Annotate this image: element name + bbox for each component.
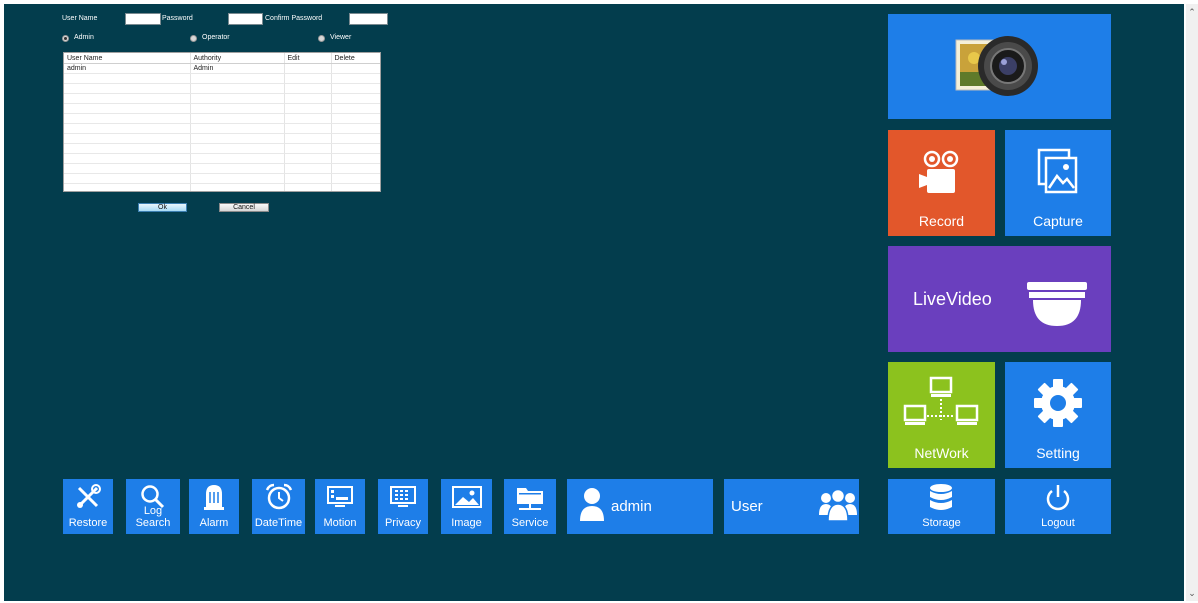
network-label: NetWork: [914, 445, 969, 461]
table-row: [64, 103, 380, 114]
network-icon: [903, 376, 979, 425]
video-camera-icon: [919, 150, 959, 193]
user-table: User Name Authority Edit Delete admin Ad…: [63, 52, 381, 192]
confirm-password-label: Confirm Password: [265, 15, 323, 22]
gallery-icon: [1037, 148, 1078, 194]
vertical-scrollbar[interactable]: ⌃ ⌄: [1186, 4, 1198, 601]
image-label: Image: [451, 517, 482, 529]
livevideo-tile[interactable]: LiveVideo: [888, 246, 1111, 352]
role-viewer-radio[interactable]: [318, 35, 325, 42]
tools-icon: [77, 484, 101, 508]
user-name-label: User Name: [62, 15, 98, 22]
privacy-label: Privacy: [384, 517, 422, 529]
table-cell[interactable]: [331, 63, 380, 74]
motion-button[interactable]: Motion: [315, 479, 365, 534]
record-label: Record: [918, 213, 965, 229]
table-row: [64, 83, 380, 94]
storage-label: Storage: [922, 517, 961, 529]
column-header[interactable]: Edit: [284, 53, 332, 64]
capture-tile[interactable]: Capture: [1005, 130, 1111, 236]
table-cell[interactable]: [284, 63, 332, 74]
cancel-button[interactable]: Cancel: [219, 203, 269, 212]
role-viewer-label: Viewer: [330, 34, 352, 41]
table-row: [64, 113, 380, 124]
storage-button[interactable]: Storage: [888, 479, 995, 534]
table-row: [64, 153, 380, 164]
table-row: [64, 143, 380, 154]
table-row: [64, 133, 380, 144]
capture-label: Capture: [1033, 213, 1083, 229]
table-row: [64, 93, 380, 104]
camera-tile[interactable]: [888, 14, 1111, 119]
user-management-tile[interactable]: User: [724, 479, 859, 534]
table-row: [64, 173, 380, 184]
user-name-input[interactable]: [125, 13, 161, 25]
logout-button[interactable]: Logout: [1005, 479, 1111, 534]
current-user-tile[interactable]: admin: [567, 479, 713, 534]
service-label: Service: [511, 517, 549, 529]
table-row: [64, 73, 380, 84]
table-cell: admin: [64, 63, 191, 74]
log-search-button[interactable]: Log Search: [126, 479, 180, 534]
service-button[interactable]: Service: [504, 479, 556, 534]
alarm-button[interactable]: Alarm: [189, 479, 239, 534]
livevideo-label: LiveVideo: [913, 289, 992, 309]
grid-monitor-icon: [390, 486, 416, 507]
role-admin-radio[interactable]: [62, 35, 69, 42]
record-tile[interactable]: Record: [888, 130, 995, 236]
image-button[interactable]: Image: [441, 479, 492, 534]
table-row: [64, 183, 380, 191]
logout-label: Logout: [1041, 517, 1075, 529]
table-cell: Admin: [190, 63, 285, 74]
role-admin-label: Admin: [74, 34, 94, 41]
column-header[interactable]: User Name: [64, 53, 191, 64]
user-tile-label: User: [731, 498, 763, 515]
setting-label: Setting: [1036, 445, 1080, 461]
scroll-down-icon[interactable]: ⌄: [1186, 587, 1198, 599]
table-header-row: User Name Authority Edit Delete: [64, 53, 380, 64]
current-user-name: admin: [611, 498, 652, 515]
alarm-clock-icon: [265, 483, 293, 510]
setting-tile[interactable]: Setting: [1005, 362, 1111, 468]
password-label: Password: [162, 15, 193, 22]
motion-label: Motion: [323, 517, 357, 529]
table-row: [64, 123, 380, 134]
app-window: User Name Password Confirm Password Admi…: [4, 4, 1184, 601]
restore-button[interactable]: Restore: [63, 479, 113, 534]
user-icon: [580, 488, 604, 521]
ok-button[interactable]: Ok: [138, 203, 187, 212]
datetime-button[interactable]: DateTime: [252, 479, 305, 534]
gear-icon: [1034, 379, 1082, 427]
role-operator-label: Operator: [202, 34, 230, 41]
folder-network-icon: [517, 488, 543, 510]
privacy-button[interactable]: Privacy: [378, 479, 428, 534]
datetime-label: DateTime: [254, 517, 303, 529]
table-row: [64, 163, 380, 174]
column-header[interactable]: Authority: [190, 53, 285, 64]
camera-photo-icon: [955, 36, 1038, 96]
restore-label: Restore: [68, 517, 108, 529]
picture-icon: [452, 486, 482, 508]
table-row[interactable]: admin Admin: [64, 63, 380, 74]
users-group-icon: [819, 488, 857, 522]
monitor-icon: [327, 486, 353, 507]
scroll-up-icon[interactable]: ⌃: [1186, 6, 1198, 18]
password-input[interactable]: [228, 13, 263, 25]
role-operator-radio[interactable]: [190, 35, 197, 42]
log-search-label: Log Search: [135, 505, 171, 529]
dome-camera-icon: [1027, 282, 1087, 326]
column-header[interactable]: Delete: [331, 53, 380, 64]
database-icon: [930, 484, 952, 510]
network-tile[interactable]: NetWork: [888, 362, 995, 468]
power-icon: [1046, 485, 1070, 511]
confirm-password-input[interactable]: [349, 13, 388, 25]
alarm-label: Alarm: [199, 517, 229, 529]
siren-icon: [204, 485, 224, 510]
